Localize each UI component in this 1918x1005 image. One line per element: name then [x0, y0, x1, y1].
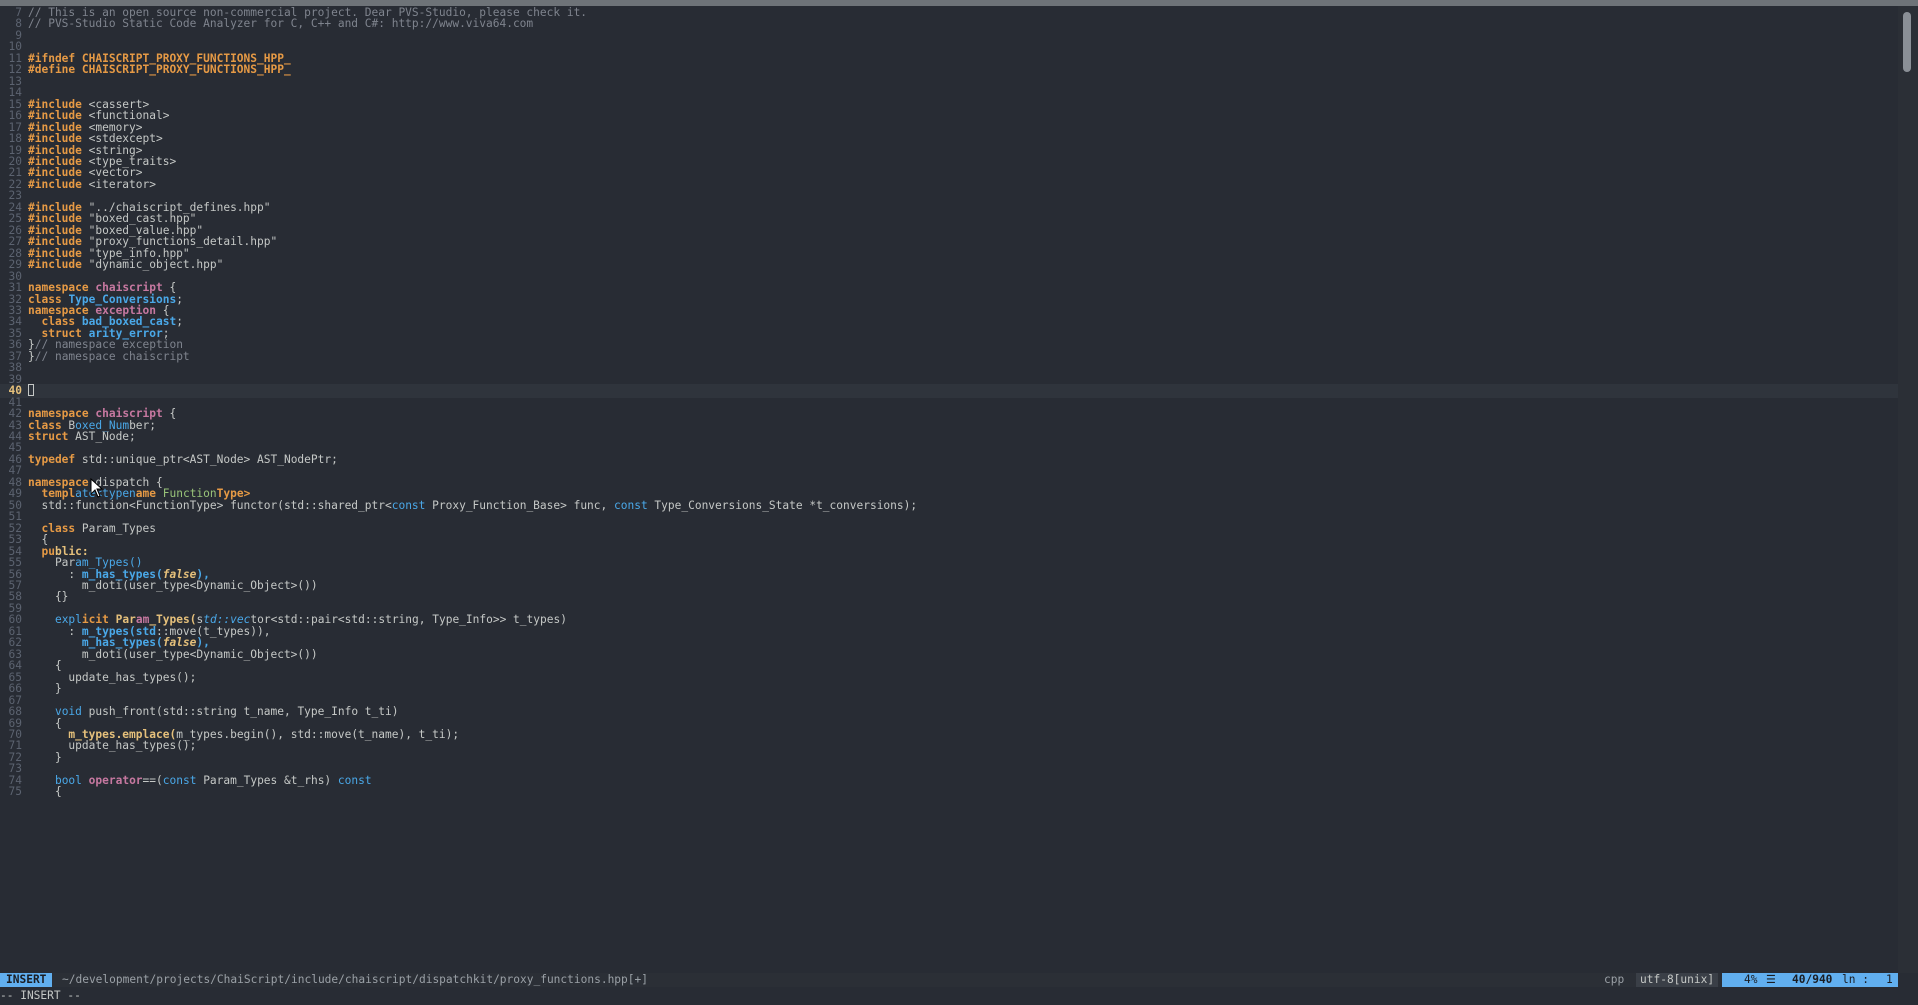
code-line[interactable]: 75 {: [0, 785, 1898, 799]
filetype-label: cpp: [1604, 973, 1625, 986]
code-text: {: [28, 785, 62, 799]
command-line[interactable]: -- INSERT --: [0, 987, 1918, 1005]
scrollbar-thumb[interactable]: [1903, 12, 1911, 72]
column-number: 1: [1886, 973, 1893, 986]
editor-buffer[interactable]: 7// This is an open source non-commercia…: [0, 6, 1898, 973]
encoding-label: utf-8[unix]: [1636, 973, 1719, 987]
ln-label: ln :: [1842, 973, 1869, 986]
scroll-percent: 4%: [1744, 973, 1758, 986]
vertical-scrollbar[interactable]: [1898, 6, 1918, 973]
statusline: INSERT ~/development/projects/ChaiScript…: [0, 973, 1898, 987]
file-path: ~/development/projects/ChaiScript/includ…: [62, 973, 648, 986]
lines-icon: ☰: [1766, 973, 1777, 986]
mouse-pointer-icon: [90, 478, 104, 498]
position-section: 4% ☰ 40/940 ln : 1: [1722, 973, 1898, 987]
text-cursor: [28, 384, 34, 397]
mode-badge: INSERT: [0, 973, 53, 987]
line-number: 75: [8, 785, 22, 799]
line-position: 40/940: [1792, 973, 1833, 986]
